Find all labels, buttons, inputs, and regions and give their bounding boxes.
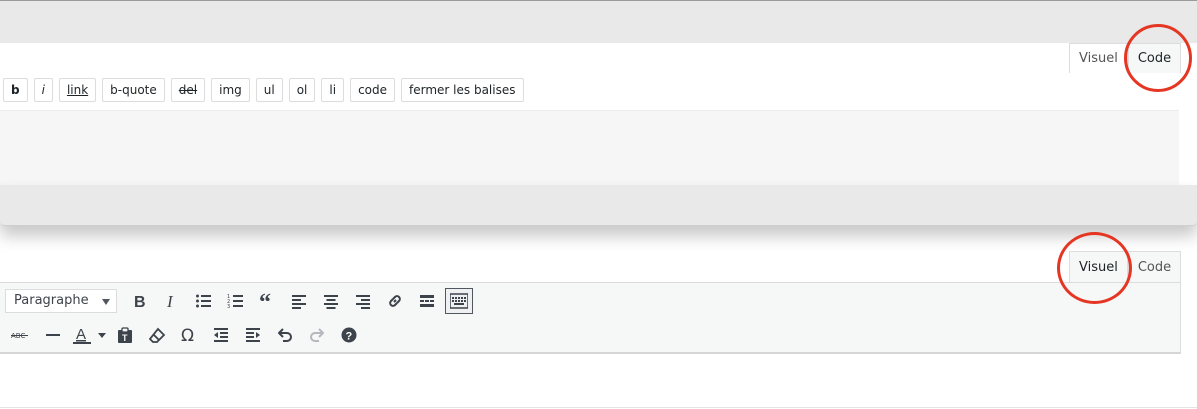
clear-formatting-icon (149, 327, 165, 343)
quicktag-ol-button[interactable]: ol (288, 78, 316, 102)
svg-text:T: T (122, 333, 128, 343)
quicktag-img-button[interactable]: img (211, 78, 250, 102)
svg-text:A: A (76, 326, 86, 343)
undo-icon (278, 328, 292, 342)
svg-text:3: 3 (227, 304, 230, 309)
align-right-icon (356, 295, 370, 309)
tab-code[interactable]: Code (1127, 43, 1182, 73)
redo-button[interactable] (301, 321, 333, 349)
svg-text:I: I (166, 293, 174, 309)
bullet-list-icon (196, 294, 211, 308)
link-icon (389, 295, 401, 307)
quicktag-ul-button[interactable]: ul (255, 78, 283, 102)
quicktag-bold-button[interactable]: b (3, 78, 28, 102)
indent-button[interactable] (237, 321, 269, 349)
blockquote-icon: “ (259, 293, 271, 309)
paste-text-icon: T (118, 327, 132, 343)
outdent-button[interactable] (205, 321, 237, 349)
align-center-button[interactable] (315, 287, 347, 315)
editor-tabs-bottom: Visuel Code (1069, 251, 1182, 282)
quicktags-toolbar: b i link b-quote del img ul ol li code f… (3, 78, 524, 102)
special-character-icon: Ω (181, 326, 194, 344)
text-color-icon: A (73, 326, 91, 344)
quicktag-blockquote-button[interactable]: b-quote (102, 78, 165, 102)
quicktag-del-button[interactable]: del (170, 78, 206, 102)
special-character-button[interactable]: Ω (173, 321, 205, 349)
tab-visual[interactable]: Visuel (1069, 43, 1128, 73)
link-button[interactable] (379, 287, 411, 315)
numbered-list-button[interactable]: 1 2 3 (219, 287, 251, 315)
tab-code[interactable]: Code (1127, 251, 1182, 282)
undo-button[interactable] (269, 321, 301, 349)
bullet-list-button[interactable] (187, 287, 219, 315)
toolbar-row-2: ABC A T Ω (5, 321, 365, 349)
read-more-icon (420, 295, 434, 307)
numbered-list-icon: 1 2 3 (227, 294, 243, 309)
svg-text:B: B (134, 294, 146, 309)
bold-button[interactable]: B (123, 287, 155, 315)
italic-icon: I (166, 293, 174, 309)
read-more-button[interactable] (411, 287, 443, 315)
toolbar-toggle-button[interactable] (445, 288, 473, 314)
tab-visual[interactable]: Visuel (1069, 251, 1128, 282)
bold-icon: B (134, 294, 146, 309)
outdent-icon (214, 328, 228, 342)
svg-text:“: “ (259, 293, 271, 309)
strikethrough-icon: ABC (11, 332, 28, 340)
quicktag-li-button[interactable]: li (321, 78, 345, 102)
italic-button[interactable]: I (155, 287, 187, 315)
editor-tabs-top: Visuel Code (1069, 43, 1182, 73)
chevron-down-icon (102, 299, 110, 305)
quicktag-italic-button[interactable]: i (33, 78, 53, 102)
paste-text-button[interactable]: T (109, 321, 141, 349)
quicktag-link-button[interactable]: link (58, 78, 97, 102)
align-left-icon (292, 295, 306, 309)
help-button[interactable]: ? (333, 321, 365, 349)
svg-text:Ω: Ω (181, 326, 194, 344)
redo-icon (310, 328, 324, 342)
top-panel-header (0, 0, 1197, 43)
text-color-dropdown[interactable] (95, 321, 109, 349)
toolbar-toggle-icon (450, 293, 468, 309)
quicktag-code-button[interactable]: code (350, 78, 396, 102)
chevron-down-icon (98, 333, 106, 338)
top-panel-footer (0, 185, 1197, 226)
blockquote-button[interactable]: “ (251, 287, 283, 315)
toolbar-row-1: Paragraphe B I 1 2 3 “ (5, 287, 475, 315)
help-icon: ? (341, 327, 357, 343)
clear-formatting-button[interactable] (141, 321, 173, 349)
format-select[interactable]: Paragraphe (5, 289, 117, 313)
align-right-button[interactable] (347, 287, 379, 315)
align-center-icon (324, 295, 338, 309)
indent-icon (246, 328, 260, 342)
text-color-button[interactable]: A (69, 321, 95, 349)
svg-text:?: ? (346, 331, 353, 343)
visual-editor-toolbar: Paragraphe B I 1 2 3 “ A T Ω ? (0, 282, 1181, 354)
quicktag-close-tags-button[interactable]: fermer les balises (401, 78, 524, 102)
format-select-value: Paragraphe (14, 293, 89, 308)
horizontal-line-button[interactable] (37, 321, 69, 349)
code-textarea[interactable] (0, 110, 1179, 186)
align-left-button[interactable] (283, 287, 315, 315)
strikethrough-button[interactable]: ABC (5, 321, 37, 349)
visual-editor-content[interactable] (0, 356, 1197, 408)
horizontal-line-icon (46, 334, 60, 336)
